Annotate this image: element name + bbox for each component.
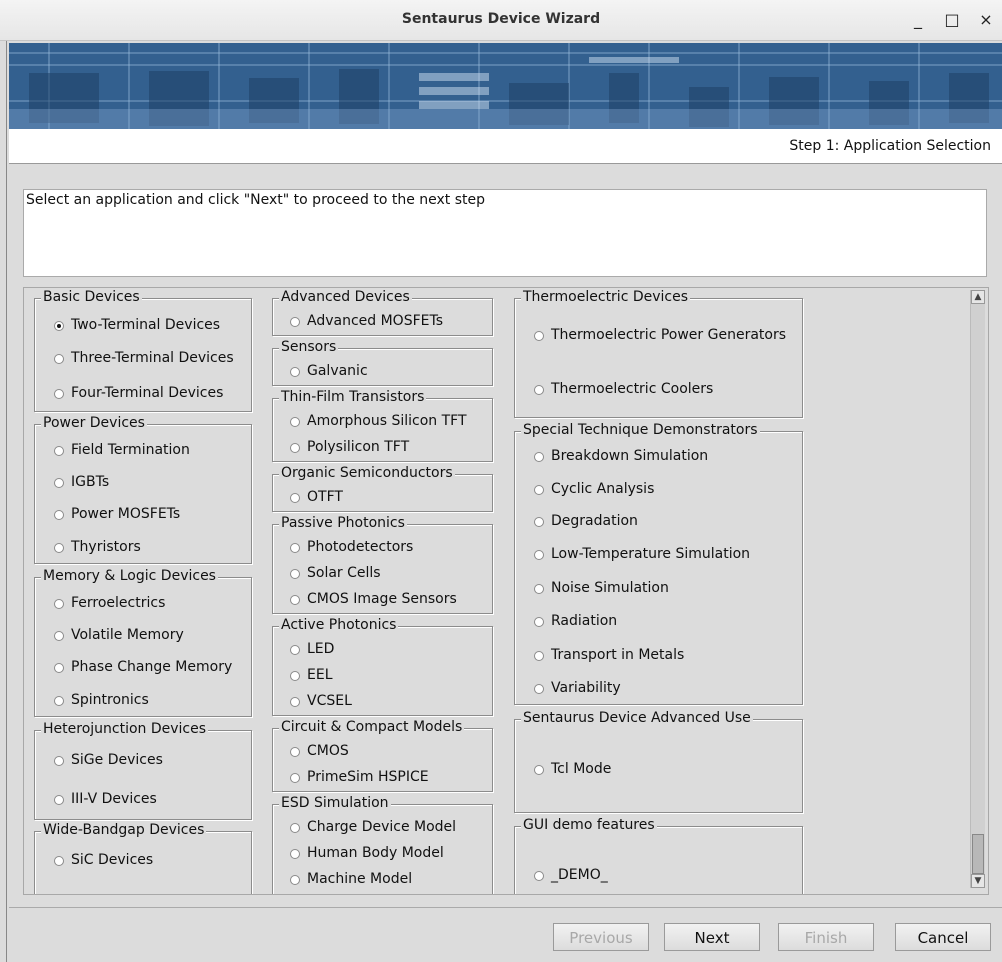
radio-icon[interactable]	[534, 485, 544, 495]
group-memory-logic: Memory & Logic Devices Ferroelectrics Vo…	[34, 568, 252, 717]
radio-icon[interactable]	[290, 747, 300, 757]
radio-icon[interactable]	[534, 331, 544, 341]
group-title: ESD Simulation	[279, 795, 391, 811]
step-label: Step 1: Application Selection	[789, 138, 991, 154]
instruction-text: Select an application and click "Next" t…	[26, 192, 486, 208]
radio-selected-icon[interactable]	[54, 321, 64, 331]
group-title: Wide-Bandgap Devices	[41, 822, 207, 838]
window-title: Sentaurus Device Wizard	[401, 11, 601, 27]
group-title: Advanced Devices	[279, 289, 412, 305]
radio-icon[interactable]	[290, 697, 300, 707]
radio-icon[interactable]	[54, 389, 64, 399]
group-title: Memory & Logic Devices	[41, 568, 218, 584]
wizard-frame: Step 1: Application Selection Select an …	[6, 41, 1002, 962]
next-button[interactable]: Next	[664, 923, 760, 951]
header-banner-image	[9, 43, 1002, 129]
group-power-devices: Power Devices Field Termination IGBTs Po…	[34, 415, 252, 564]
group-organic-semiconductors: Organic Semiconductors OTFT	[272, 465, 493, 512]
group-esd-simulation: ESD Simulation Charge Device Model Human…	[272, 795, 493, 894]
finish-button[interactable]: Finish	[778, 923, 874, 951]
radio-icon[interactable]	[290, 671, 300, 681]
radio-icon[interactable]	[54, 354, 64, 364]
group-circuit-compact-models: Circuit & Compact Models CMOS PrimeSim H…	[272, 719, 493, 792]
radio-icon[interactable]	[290, 569, 300, 579]
radio-icon[interactable]	[534, 550, 544, 560]
radio-icon[interactable]	[290, 823, 300, 833]
group-title: Special Technique Demonstrators	[521, 422, 760, 438]
radio-icon[interactable]	[290, 875, 300, 885]
group-title: Thin-Film Transistors	[279, 389, 427, 405]
radio-icon[interactable]	[54, 510, 64, 520]
radio-icon[interactable]	[534, 385, 544, 395]
application-selection-panel: Basic Devices Two-Terminal Devices Three…	[23, 287, 989, 895]
close-button[interactable]: ×	[974, 8, 998, 32]
radio-icon[interactable]	[54, 599, 64, 609]
radio-icon[interactable]	[290, 773, 300, 783]
group-wide-bandgap: Wide-Bandgap Devices SiC Devices	[34, 822, 252, 894]
group-basic-devices: Basic Devices Two-Terminal Devices Three…	[34, 289, 252, 412]
group-special-technique-demonstrators: Special Technique Demonstrators Breakdow…	[514, 422, 803, 705]
group-title: Basic Devices	[41, 289, 142, 305]
radio-icon[interactable]	[534, 517, 544, 527]
radio-icon[interactable]	[534, 617, 544, 627]
radio-icon[interactable]	[534, 452, 544, 462]
group-sentaurus-device-advanced-use: Sentaurus Device Advanced Use Tcl Mode	[514, 710, 803, 813]
radio-icon[interactable]	[290, 849, 300, 859]
radio-icon[interactable]	[290, 367, 300, 377]
cancel-button[interactable]: Cancel	[895, 923, 991, 951]
group-sensors: Sensors Galvanic	[272, 339, 493, 386]
radio-icon[interactable]	[290, 317, 300, 327]
instruction-box: Select an application and click "Next" t…	[23, 189, 987, 277]
radio-icon[interactable]	[290, 595, 300, 605]
radio-icon[interactable]	[54, 696, 64, 706]
group-thermoelectric-devices: Thermoelectric Devices Thermoelectric Po…	[514, 289, 803, 418]
group-passive-photonics: Passive Photonics Photodetectors Solar C…	[272, 515, 493, 614]
group-title: Power Devices	[41, 415, 147, 431]
radio-icon[interactable]	[534, 651, 544, 661]
radio-icon[interactable]	[534, 765, 544, 775]
group-thin-film-transistors: Thin-Film Transistors Amorphous Silicon …	[272, 389, 493, 462]
radio-icon[interactable]	[534, 584, 544, 594]
radio-icon[interactable]	[290, 493, 300, 503]
window-titlebar: Sentaurus Device Wizard _ □ ×	[0, 0, 1002, 41]
group-title: Active Photonics	[279, 617, 399, 633]
radio-icon[interactable]	[54, 478, 64, 488]
scroll-up-arrow-icon[interactable]: ▲	[971, 290, 985, 304]
radio-icon[interactable]	[534, 871, 544, 881]
radio-icon[interactable]	[534, 684, 544, 694]
group-title: Sensors	[279, 339, 339, 355]
previous-button[interactable]: Previous	[553, 923, 649, 951]
vertical-scrollbar[interactable]: ▲ ▼	[970, 290, 985, 888]
group-title: Circuit & Compact Models	[279, 719, 465, 735]
group-heterojunction: Heterojunction Devices SiGe Devices III-…	[34, 721, 252, 820]
scroll-down-arrow-icon[interactable]: ▼	[971, 874, 985, 888]
group-active-photonics: Active Photonics LED EEL VCSEL	[272, 617, 493, 716]
radio-icon[interactable]	[54, 663, 64, 673]
radio-icon[interactable]	[290, 417, 300, 427]
radio-icon[interactable]	[54, 795, 64, 805]
radio-icon[interactable]	[54, 446, 64, 456]
radio-icon[interactable]	[54, 756, 64, 766]
minimize-button[interactable]: _	[906, 8, 930, 32]
group-title: Thermoelectric Devices	[521, 289, 691, 305]
scrollbar-thumb[interactable]	[972, 834, 984, 874]
group-advanced-devices: Advanced Devices Advanced MOSFETs	[272, 289, 493, 336]
group-title: Passive Photonics	[279, 515, 407, 531]
radio-icon[interactable]	[54, 631, 64, 641]
radio-icon[interactable]	[54, 856, 64, 866]
maximize-button[interactable]: □	[940, 8, 964, 32]
step-header: Step 1: Application Selection	[9, 129, 1002, 164]
radio-icon[interactable]	[290, 645, 300, 655]
group-gui-demo-features: GUI demo features _DEMO_	[514, 817, 803, 894]
radio-icon[interactable]	[290, 443, 300, 453]
group-title: Sentaurus Device Advanced Use	[521, 710, 753, 726]
group-title: GUI demo features	[521, 817, 657, 833]
group-title: Heterojunction Devices	[41, 721, 209, 737]
radio-icon[interactable]	[54, 543, 64, 553]
footer-divider	[9, 907, 1002, 908]
group-title: Organic Semiconductors	[279, 465, 455, 481]
radio-icon[interactable]	[290, 543, 300, 553]
